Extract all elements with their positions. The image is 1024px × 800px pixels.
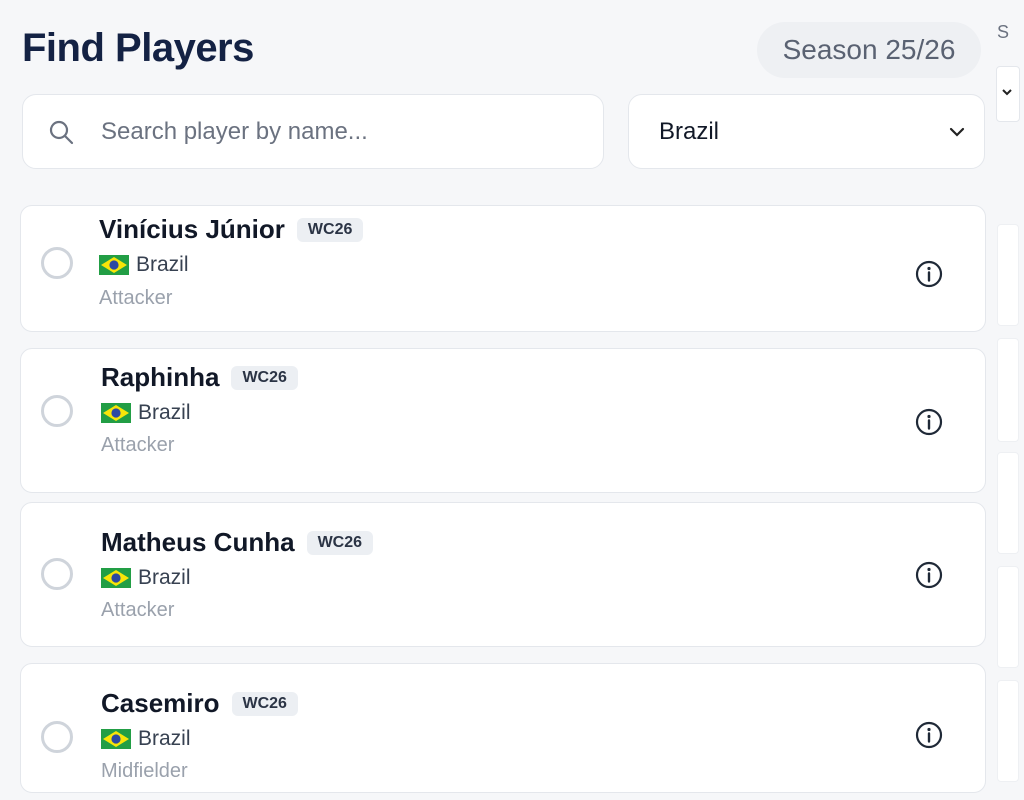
player-position: Attacker (99, 287, 173, 309)
player-name: Raphinha (101, 362, 220, 392)
player-position: Midfielder (101, 760, 188, 782)
right-panel-select[interactable] (996, 66, 1020, 122)
right-panel-card (997, 452, 1019, 554)
right-panel-card (997, 224, 1019, 326)
player-country: Brazil (101, 401, 191, 425)
player-country: Brazil (99, 253, 189, 277)
right-panel-partial-text: S (997, 22, 1010, 42)
select-radio[interactable] (41, 721, 73, 753)
player-name-row: Vinícius Júnior WC26 (99, 214, 364, 245)
season-badge[interactable]: Season 25/26 (757, 22, 981, 78)
country-select[interactable]: Brazil (628, 94, 985, 169)
info-icon[interactable] (914, 259, 944, 289)
player-name: Casemiro (101, 688, 220, 718)
player-card[interactable]: Vinícius Júnior WC26 Brazil Attacker (20, 205, 986, 332)
right-panel-card (997, 680, 1019, 782)
brazil-flag-icon (99, 255, 129, 275)
player-name: Vinícius Júnior (99, 214, 285, 244)
country-select-value: Brazil (659, 117, 720, 145)
wc26-badge: WC26 (231, 365, 298, 390)
page-title: Find Players (22, 26, 254, 70)
info-icon[interactable] (914, 720, 944, 750)
select-radio[interactable] (41, 395, 73, 427)
player-name-row: Raphinha WC26 (101, 362, 298, 393)
right-panel-card (997, 566, 1019, 668)
country-label: Brazil (138, 566, 191, 589)
brazil-flag-icon (101, 403, 131, 423)
search-box[interactable] (22, 94, 604, 169)
country-label: Brazil (138, 401, 191, 424)
player-position: Attacker (101, 599, 175, 621)
select-radio[interactable] (41, 558, 73, 590)
wc26-badge: WC26 (306, 530, 374, 555)
country-label: Brazil (138, 727, 191, 750)
chevron-down-icon (1002, 89, 1012, 96)
player-country: Brazil (101, 566, 191, 590)
wc26-badge: WC26 (296, 217, 364, 242)
info-icon[interactable] (914, 560, 944, 590)
player-name: Matheus Cunha (101, 527, 295, 557)
wc26-badge: WC26 (231, 691, 298, 716)
search-icon (49, 120, 74, 144)
player-name-row: Matheus Cunha WC26 (101, 527, 374, 558)
info-icon[interactable] (914, 407, 944, 437)
player-position: Attacker (101, 434, 175, 456)
country-label: Brazil (136, 253, 189, 276)
select-radio[interactable] (41, 247, 73, 279)
player-card[interactable]: Raphinha WC26 Brazil Attacker (20, 348, 986, 493)
brazil-flag-icon (101, 568, 131, 588)
player-name-row: Casemiro WC26 (101, 688, 298, 719)
brazil-flag-icon (101, 729, 131, 749)
right-panel-card (997, 338, 1019, 442)
player-card[interactable]: Matheus Cunha WC26 Brazil Attacker (20, 502, 986, 647)
search-input[interactable] (99, 116, 563, 147)
player-country: Brazil (101, 727, 191, 751)
chevron-down-icon (949, 127, 965, 137)
player-card[interactable]: Casemiro WC26 Brazil Midfielder (20, 663, 986, 793)
